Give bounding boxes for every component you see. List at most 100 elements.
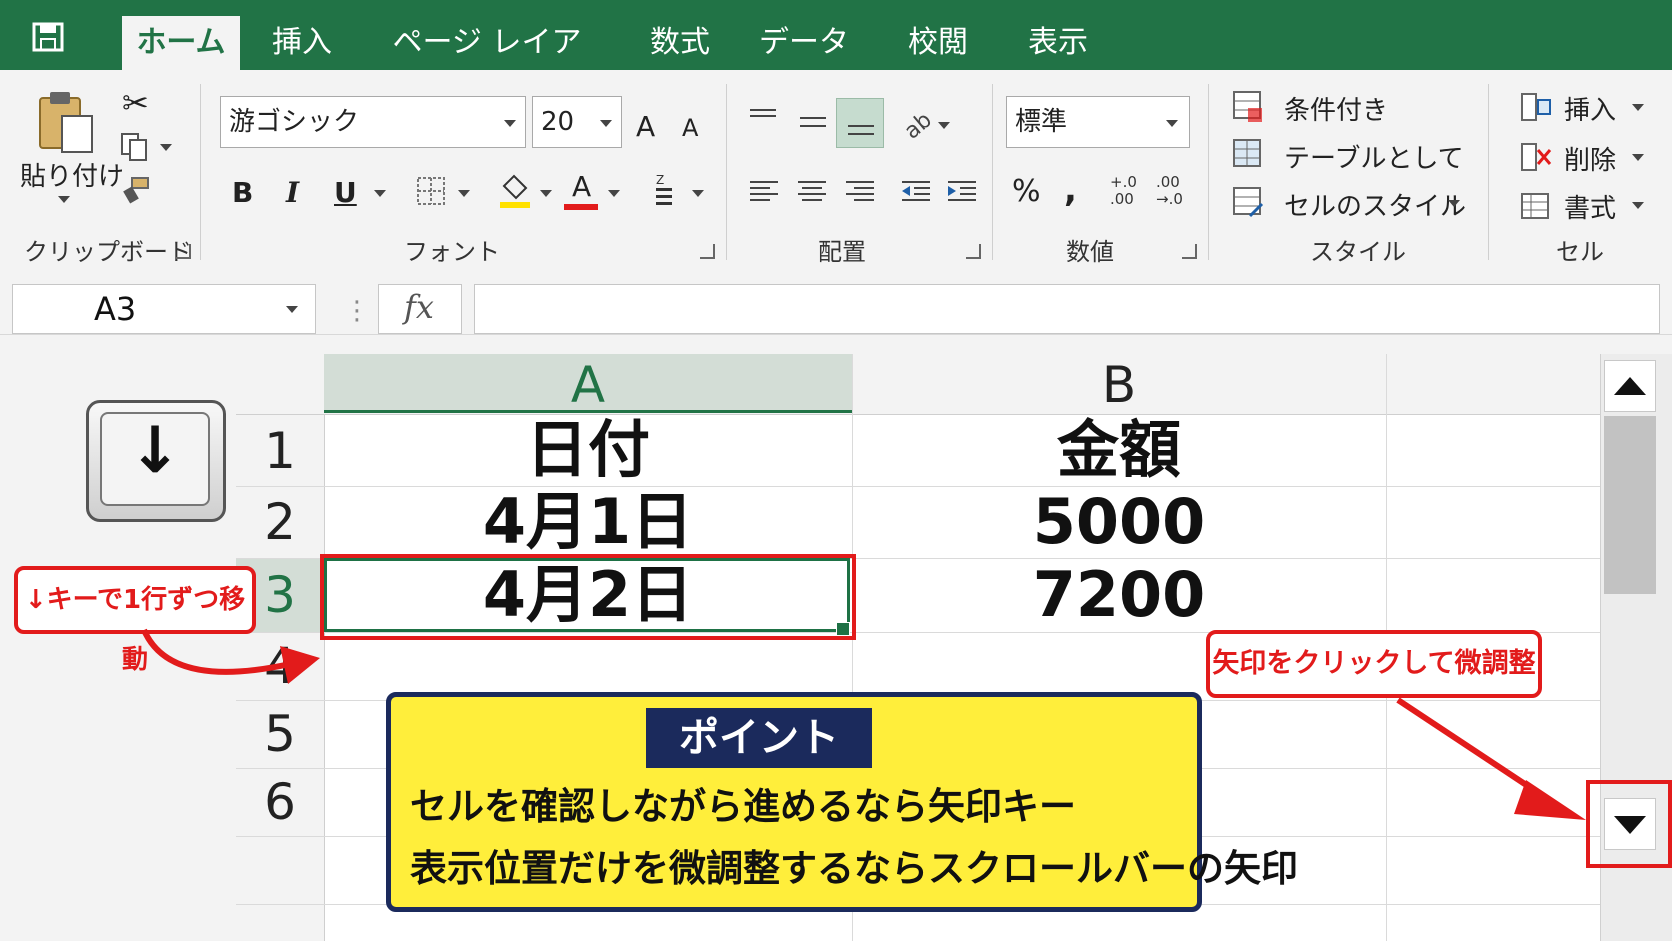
decrease-indent-icon[interactable] — [900, 176, 932, 208]
copy-dropdown-icon[interactable] — [160, 144, 172, 151]
cell-a2[interactable]: 4月1日 — [324, 486, 852, 558]
orientation-dropdown-icon[interactable] — [938, 122, 950, 129]
paste-dropdown-icon[interactable] — [58, 196, 70, 203]
cell-styles-button[interactable]: セルのスタイル — [1284, 186, 1466, 223]
cell-styles-dropdown-icon[interactable] — [1448, 200, 1460, 207]
italic-button[interactable]: I — [286, 176, 299, 209]
insert-cells-dropdown-icon[interactable] — [1632, 104, 1644, 111]
borders-dropdown-icon[interactable] — [458, 190, 470, 197]
comma-style-button[interactable]: , — [1064, 170, 1077, 210]
point-title: ポイント — [646, 708, 872, 768]
scroll-down-highlight — [1586, 780, 1672, 868]
tab-data[interactable]: データ — [758, 16, 850, 70]
format-painter-icon[interactable] — [122, 176, 152, 204]
align-center-icon[interactable] — [796, 176, 828, 208]
underline-dropdown-icon[interactable] — [374, 190, 386, 197]
borders-icon[interactable] — [416, 176, 446, 206]
tab-page-layout[interactable]: ページ レイアウト — [380, 16, 594, 114]
percent-style-button[interactable]: % — [1012, 174, 1041, 209]
row-header-6[interactable]: 6 — [236, 769, 324, 836]
decrease-decimal-button[interactable]: .00 →.0 — [1156, 174, 1183, 208]
align-top-icon[interactable] — [746, 104, 780, 130]
row-header-5[interactable]: 5 — [236, 701, 324, 768]
column-header-b[interactable]: B — [852, 356, 1386, 414]
name-box[interactable] — [12, 284, 316, 334]
number-group-label: 数値 — [1066, 238, 1114, 266]
scroll-callout-arrow — [1396, 697, 1586, 820]
format-cells-button[interactable]: 書式 — [1564, 188, 1616, 225]
insert-cells-button[interactable]: 挿入 — [1564, 90, 1616, 127]
down-arrow-key-icon: ↓ — [128, 414, 182, 488]
align-middle-icon[interactable] — [796, 110, 830, 136]
font-size-dropdown-icon[interactable] — [600, 120, 612, 127]
orientation-icon[interactable]: ab — [900, 108, 934, 142]
font-color-dropdown-icon[interactable] — [608, 190, 620, 197]
conditional-format-icon[interactable] — [1232, 90, 1266, 124]
scroll-callout: 矢印をクリックして微調整 — [1206, 630, 1542, 698]
row-header-1[interactable]: 1 — [236, 416, 324, 486]
delete-cells-icon[interactable] — [1520, 142, 1552, 172]
increase-decimal-button[interactable]: +.0 .00 — [1110, 174, 1137, 208]
fill-color-dropdown-icon[interactable] — [540, 190, 552, 197]
font-color-icon[interactable]: A — [572, 170, 591, 203]
tab-formulas[interactable]: 数式 — [640, 16, 720, 70]
scroll-up-button[interactable] — [1604, 360, 1656, 412]
delete-cells-button[interactable]: 削除 — [1564, 140, 1616, 177]
number-format-dropdown-icon[interactable] — [1166, 120, 1178, 127]
cell-b1[interactable]: 金額 — [852, 414, 1386, 486]
group-separator — [726, 84, 727, 260]
font-name-select[interactable]: 游ゴシック — [220, 96, 526, 148]
tab-review[interactable]: 校閲 — [898, 16, 978, 70]
alignment-group-label: 配置 — [818, 238, 866, 266]
name-box-dropdown-icon[interactable] — [286, 306, 298, 313]
tab-insert[interactable]: 挿入 — [262, 16, 342, 70]
cell-styles-icon[interactable] — [1232, 186, 1266, 220]
row-header-2[interactable]: 2 — [236, 487, 324, 558]
insert-cells-icon[interactable] — [1520, 92, 1552, 122]
cell-b2[interactable]: 5000 — [852, 486, 1386, 558]
cell-b3[interactable]: 7200 — [852, 558, 1386, 632]
name-box-value: A3 — [94, 290, 137, 328]
formula-input[interactable] — [474, 284, 1660, 334]
save-icon[interactable] — [32, 22, 66, 52]
column-header-a[interactable]: A — [324, 356, 852, 414]
align-right-icon[interactable] — [844, 176, 876, 208]
format-as-table-button[interactable]: テーブルとして — [1284, 138, 1464, 175]
conditional-format-button[interactable]: 条件付き — [1284, 90, 1388, 127]
fill-color-icon[interactable] — [498, 170, 532, 210]
font-launcher-icon[interactable] — [700, 244, 715, 259]
clipboard-launcher-icon[interactable] — [176, 244, 191, 259]
format-cells-dropdown-icon[interactable] — [1632, 202, 1644, 209]
copy-icon[interactable] — [120, 132, 150, 162]
cut-icon[interactable]: ✂ — [122, 84, 149, 122]
arrow-up-icon — [1614, 377, 1646, 395]
number-launcher-icon[interactable] — [1182, 244, 1197, 259]
alignment-launcher-icon[interactable] — [966, 244, 981, 259]
styles-group-label: スタイル — [1310, 238, 1406, 266]
fill-handle[interactable] — [836, 622, 850, 636]
group-separator — [992, 84, 993, 260]
group-separator — [200, 84, 201, 260]
underline-button[interactable]: U — [334, 176, 357, 209]
paste-icon[interactable] — [36, 88, 98, 154]
align-bottom-icon — [848, 125, 874, 135]
format-cells-icon[interactable] — [1520, 190, 1552, 220]
cell-a1[interactable]: 日付 — [324, 414, 852, 486]
grow-font-icon[interactable]: A — [636, 110, 655, 143]
align-left-icon[interactable] — [748, 176, 780, 208]
bold-button[interactable]: B — [232, 176, 253, 209]
shrink-font-icon[interactable]: A — [682, 114, 698, 142]
font-name-dropdown-icon[interactable] — [504, 120, 516, 127]
tab-home[interactable]: ホーム — [122, 16, 240, 70]
tab-view[interactable]: 表示 — [1018, 16, 1098, 70]
phonetic-guide-icon[interactable]: Z — [652, 172, 676, 208]
formula-bar-grip-icon[interactable]: ⋮ — [344, 296, 370, 326]
paste-button[interactable]: 貼り付け — [20, 156, 124, 193]
cells-group-label: セル — [1556, 238, 1604, 266]
phonetic-dropdown-icon[interactable] — [692, 190, 704, 197]
number-format-select[interactable]: 標準 — [1006, 96, 1190, 148]
scroll-thumb[interactable] — [1604, 416, 1656, 594]
delete-cells-dropdown-icon[interactable] — [1632, 154, 1644, 161]
format-as-table-icon[interactable] — [1232, 138, 1266, 172]
increase-indent-icon[interactable] — [946, 176, 978, 208]
